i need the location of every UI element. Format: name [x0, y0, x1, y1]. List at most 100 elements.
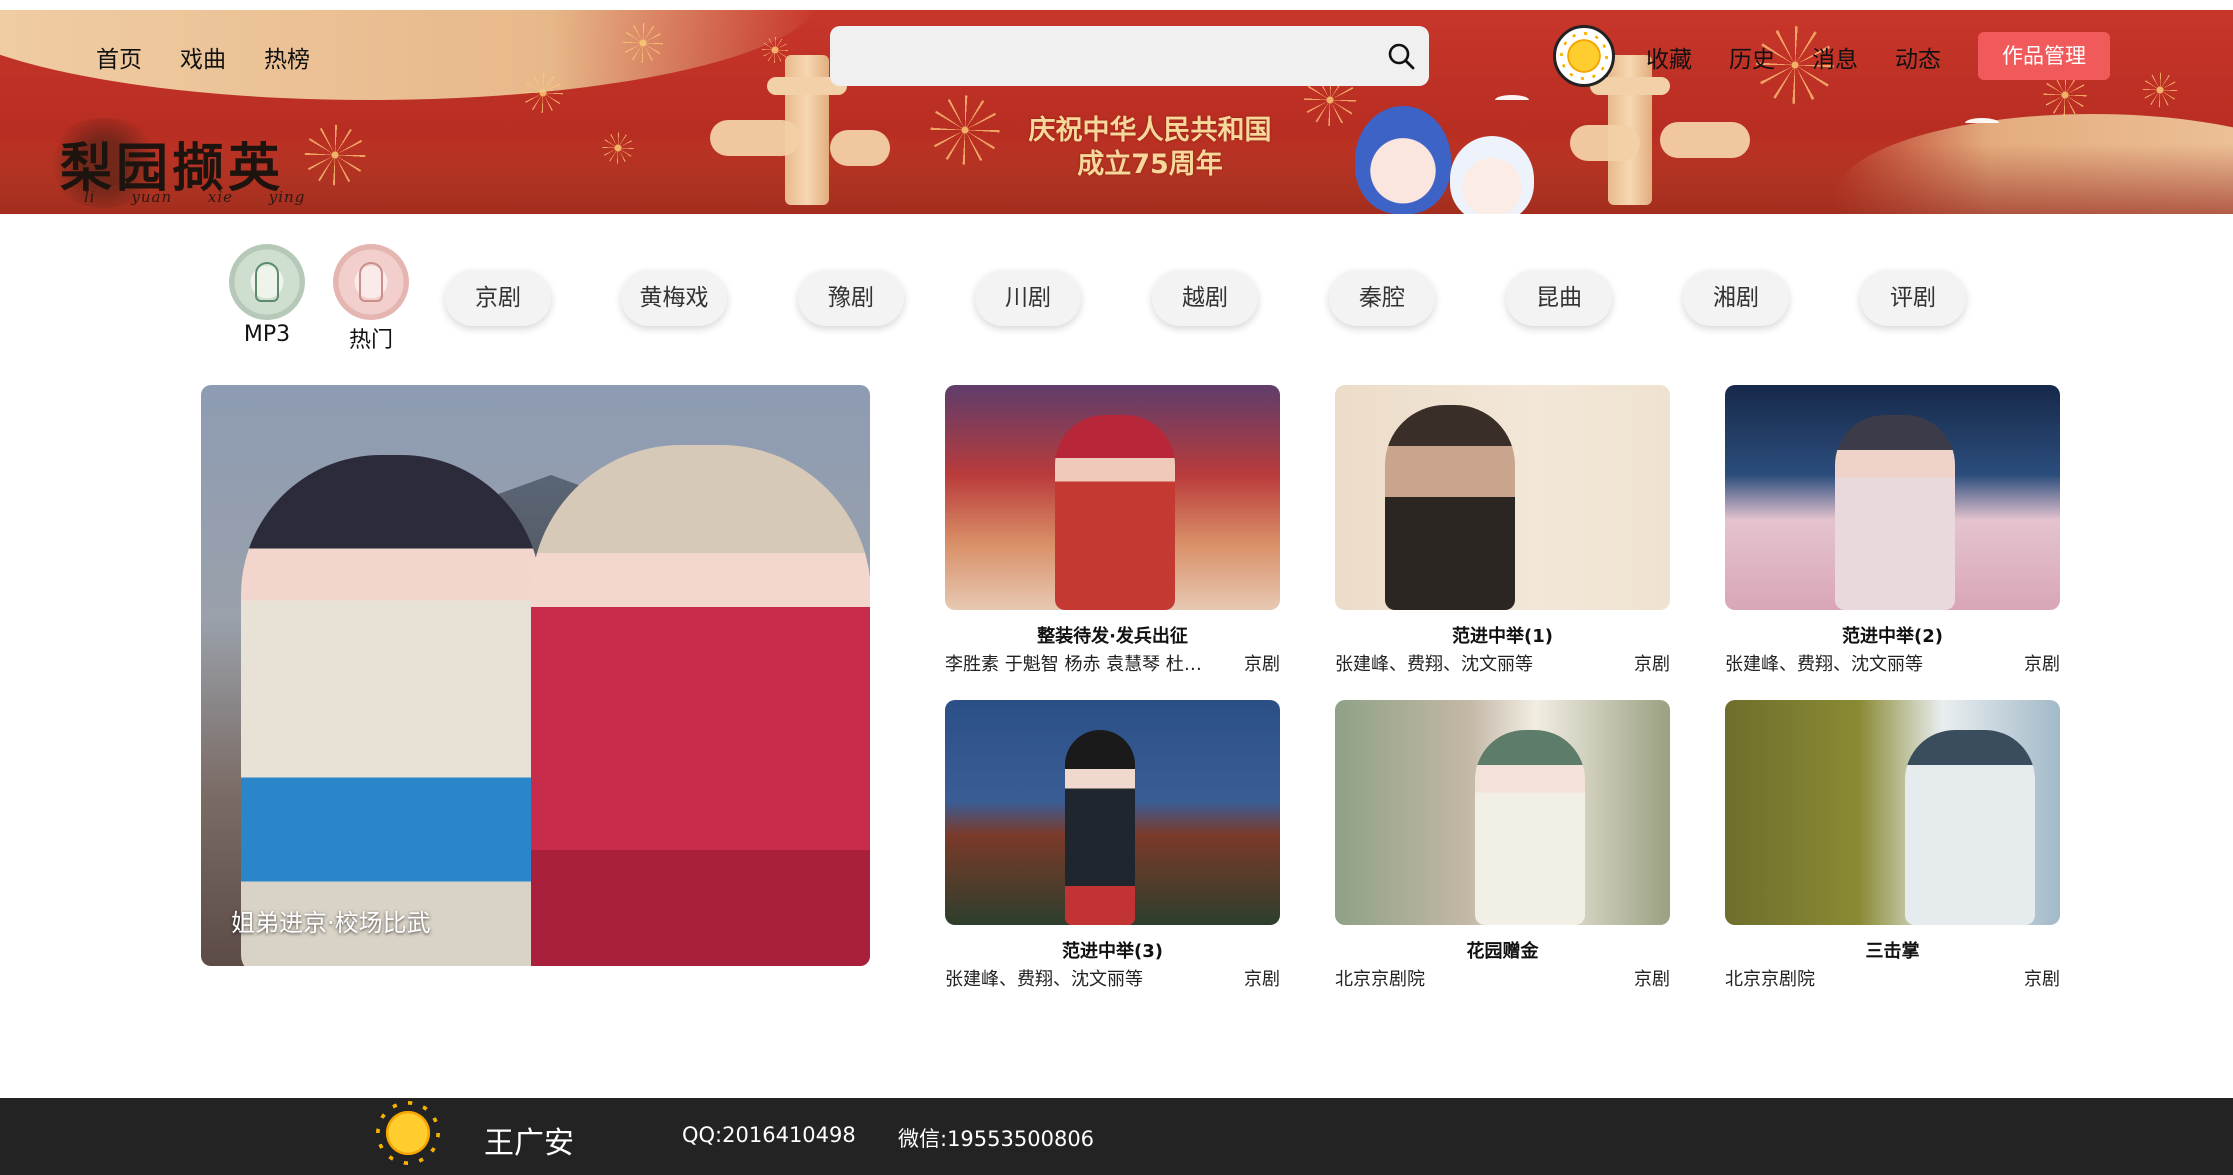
video-title[interactable]: 范进中举(3): [945, 937, 1280, 962]
logo-pinyin: li yuan xie ying: [84, 188, 306, 206]
category-mp3-icon[interactable]: [229, 244, 305, 320]
nav-messages[interactable]: 消息: [1812, 40, 1858, 74]
author-qq: QQ:2016410498: [682, 1123, 856, 1147]
thumbnail-performer: [1905, 730, 2035, 925]
user-nav: 收藏 历史 消息 动态: [1646, 40, 1941, 74]
thumbnail-performer: [1065, 730, 1135, 925]
video-meta: 北京京剧院 京剧: [1725, 965, 2060, 990]
video-title[interactable]: 三击掌: [1725, 937, 2060, 962]
video-genre: 京剧: [1244, 969, 1280, 990]
video-thumbnail[interactable]: [1335, 385, 1670, 610]
genre-chip-jingju[interactable]: 京剧: [445, 270, 551, 326]
banner-title: 庆祝中华人民共和国 成立75周年: [1010, 114, 1290, 182]
genre-chip-huangmeixi[interactable]: 黄梅戏: [621, 270, 727, 326]
video-meta: 张建峰、费翔、沈文丽等 京剧: [945, 965, 1280, 990]
category-hot-label[interactable]: 热门: [321, 322, 421, 354]
author-name: 王广安: [484, 1126, 574, 1161]
video-thumbnail[interactable]: [1725, 700, 2060, 925]
video-card[interactable]: 范进中举(3) 张建峰、费翔、沈文丽等 京剧: [945, 700, 1280, 990]
thumbnail-portrait: [1385, 405, 1515, 610]
bird-decoration: [1495, 95, 1529, 105]
search-input[interactable]: [848, 40, 1368, 72]
opera-figure-icon: [359, 262, 383, 302]
nav-opera[interactable]: 戏曲: [180, 40, 226, 74]
video-card[interactable]: 花园赠金 北京京剧院 京剧: [1335, 700, 1670, 990]
thumbnail-performer: [1835, 415, 1955, 610]
video-meta: 张建峰、费翔、沈文丽等 京剧: [1725, 650, 2060, 675]
nav-hot-list[interactable]: 热榜: [264, 40, 310, 74]
firework-decoration: [925, 90, 1005, 170]
video-title[interactable]: 范进中举(1): [1335, 622, 1670, 647]
video-card[interactable]: 整装待发·发兵出征 李胜素 于魁智 杨赤 袁慧琴 杜镇杰 京剧: [945, 385, 1280, 675]
featured-thumbnail-performer: [241, 455, 541, 966]
nav-history[interactable]: 历史: [1729, 40, 1775, 74]
video-genre: 京剧: [1244, 654, 1280, 675]
cloud-decoration: [1660, 122, 1750, 158]
video-meta: 北京京剧院 京剧: [1335, 965, 1670, 990]
cloud-decoration: [830, 130, 890, 166]
user-avatar[interactable]: [1553, 25, 1615, 87]
mascot-character: [1450, 136, 1534, 214]
banner-title-line2: 成立75周年: [1077, 149, 1223, 180]
nav-favorites[interactable]: 收藏: [1646, 40, 1692, 74]
firework-decoration: [520, 70, 566, 116]
video-artist: 张建峰、费翔、沈文丽等: [1725, 654, 1923, 675]
video-thumbnail[interactable]: [1725, 385, 2060, 610]
site-logo[interactable]: 梨园撷英 li yuan xie ying: [44, 118, 320, 212]
genre-chip-chuanju[interactable]: 川剧: [975, 270, 1081, 326]
search-icon[interactable]: [1385, 40, 1417, 72]
cloud-decoration: [710, 120, 800, 156]
cloud-decoration: [1570, 125, 1640, 161]
video-artist: 李胜素 于魁智 杨赤 袁慧琴 杜镇杰: [945, 654, 1215, 675]
video-thumbnail[interactable]: [1335, 700, 1670, 925]
video-card[interactable]: 范进中举(2) 张建峰、费翔、沈文丽等 京剧: [1725, 385, 2060, 675]
nav-activity[interactable]: 动态: [1895, 40, 1941, 74]
firework-decoration: [2140, 70, 2180, 110]
nav-home[interactable]: 首页: [96, 40, 142, 74]
genre-chip-yuju[interactable]: 豫剧: [798, 270, 904, 326]
thumbnail-performer: [1055, 415, 1175, 610]
genre-chip-pingju[interactable]: 评剧: [1860, 270, 1966, 326]
category-hot-icon[interactable]: [333, 244, 409, 320]
video-card[interactable]: 范进中举(1) 张建峰、费翔、沈文丽等 京剧: [1335, 385, 1670, 675]
video-meta: 张建峰、费翔、沈文丽等 京剧: [1335, 650, 1670, 675]
firework-decoration: [600, 130, 636, 166]
video-thumbnail[interactable]: [945, 700, 1280, 925]
featured-thumbnail-performer: [531, 445, 870, 966]
video-genre: 京剧: [2024, 654, 2060, 675]
opera-figure-icon: [255, 262, 279, 302]
video-title[interactable]: 整装待发·发兵出征: [945, 622, 1280, 647]
search-bar: [830, 26, 1429, 86]
featured-caption: 姐弟进京·校场比武: [231, 909, 431, 937]
video-card[interactable]: 三击掌 北京京剧院 京剧: [1725, 700, 2060, 990]
video-title[interactable]: 花园赠金: [1335, 937, 1670, 962]
banner-title-line1: 庆祝中华人民共和国: [1028, 115, 1272, 146]
works-management-button[interactable]: 作品管理: [1978, 32, 2110, 80]
video-genre: 京剧: [2024, 969, 2060, 990]
video-artist: 张建峰、费翔、沈文丽等: [945, 969, 1143, 990]
main-nav: 首页 戏曲 热榜: [96, 40, 310, 74]
video-title[interactable]: 范进中举(2): [1725, 622, 2060, 647]
video-artist: 北京京剧院: [1335, 969, 1425, 990]
category-mp3-label[interactable]: MP3: [217, 322, 317, 347]
video-genre: 京剧: [1634, 654, 1670, 675]
sun-logo-icon: [383, 1108, 433, 1158]
bird-decoration: [1965, 118, 1999, 128]
mascot-character: [1355, 106, 1451, 214]
video-artist: 张建峰、费翔、沈文丽等: [1335, 654, 1533, 675]
thumbnail-performer: [1475, 730, 1585, 925]
genre-chip-xiangju[interactable]: 湘剧: [1683, 270, 1789, 326]
genre-chip-qinqiang[interactable]: 秦腔: [1329, 270, 1435, 326]
page: 庆祝中华人民共和国 成立75周年 梨园撷英 li yuan xie ying 首…: [0, 0, 2233, 1175]
video-thumbnail[interactable]: [945, 385, 1280, 610]
sun-avatar-icon: [1565, 37, 1603, 75]
featured-video[interactable]: 姐弟进京·校场比武: [201, 385, 870, 966]
author-wechat: 微信:19553500806: [898, 1127, 1095, 1151]
video-genre: 京剧: [1634, 969, 1670, 990]
firework-decoration: [620, 20, 666, 66]
genre-chip-yueju[interactable]: 越剧: [1152, 270, 1258, 326]
genre-chip-kunqu[interactable]: 昆曲: [1506, 270, 1612, 326]
video-artist: 北京京剧院: [1725, 969, 1815, 990]
footer: 王广安 QQ:2016410498 微信:19553500806: [0, 1098, 2233, 1175]
video-meta: 李胜素 于魁智 杨赤 袁慧琴 杜镇杰 京剧: [945, 650, 1280, 675]
